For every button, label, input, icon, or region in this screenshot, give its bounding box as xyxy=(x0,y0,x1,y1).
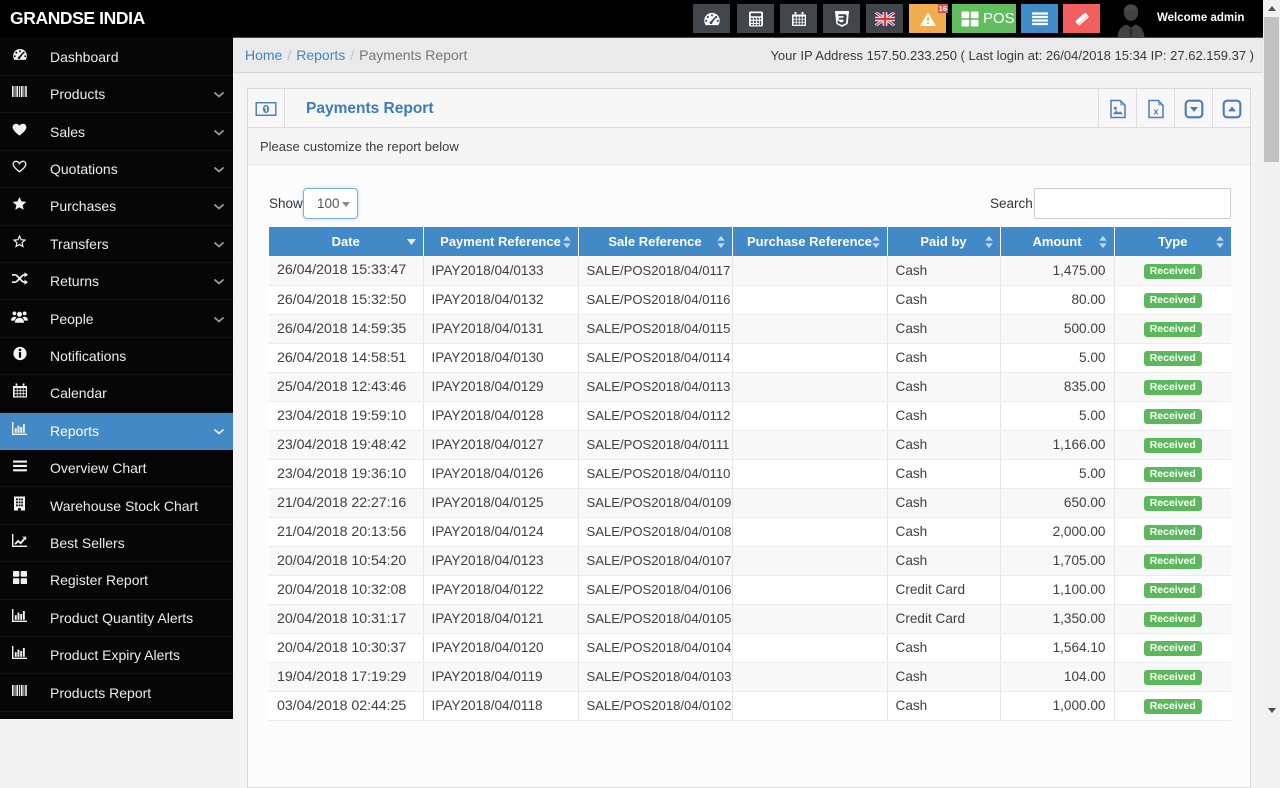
svg-text:x: x xyxy=(1153,106,1158,116)
